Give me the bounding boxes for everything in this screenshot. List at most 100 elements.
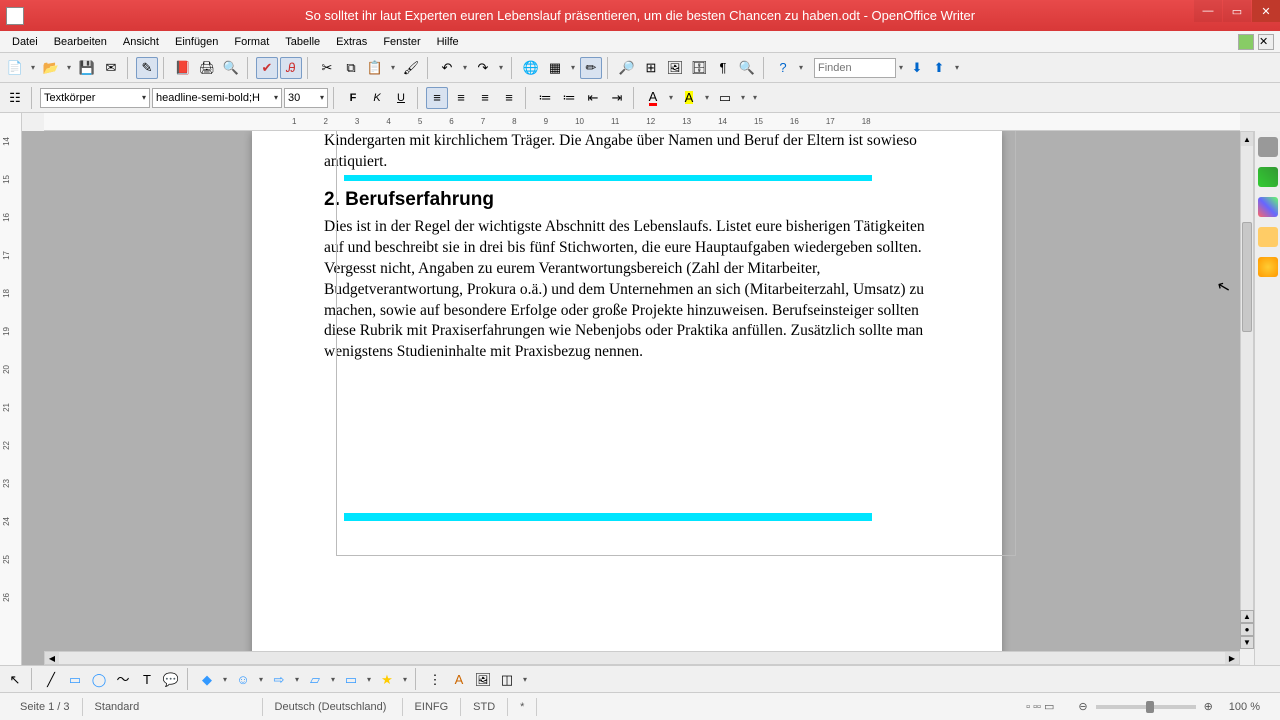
sidebar-styles-icon[interactable] (1258, 197, 1278, 217)
paste-button[interactable]: 📋 (364, 57, 386, 79)
undo-button[interactable]: ↶ (436, 57, 458, 79)
basic-shapes-tool[interactable]: ◆ (196, 668, 218, 690)
edit-mode-button[interactable]: ✎ (136, 57, 158, 79)
find-input[interactable] (814, 58, 896, 78)
align-justify-button[interactable]: ≡ (498, 87, 520, 109)
font-size-combo[interactable]: 30▾ (284, 88, 328, 108)
highlight-button[interactable]: A (678, 87, 700, 109)
format-overflow[interactable]: ▾ (750, 87, 760, 109)
find-next-button[interactable]: ⬇ (906, 57, 928, 79)
view-layout-icons[interactable]: ▫ ▫▫ ▭ (1014, 698, 1066, 716)
copy-button[interactable]: ⧉ (340, 57, 362, 79)
sidebar-gallery-icon[interactable] (1258, 167, 1278, 187)
menu-extras[interactable]: Extras (328, 34, 375, 50)
font-name-combo[interactable]: headline-semi-bold;H▾ (152, 88, 282, 108)
open-dropdown[interactable]: ▾ (64, 57, 74, 79)
menu-einfuegen[interactable]: Einfügen (167, 34, 226, 50)
close-button[interactable]: ✕ (1252, 0, 1280, 22)
find-overflow[interactable]: ▾ (952, 57, 962, 79)
line-tool[interactable]: ╱ (40, 668, 62, 690)
zoom-slider[interactable]: ⊖⊕ (1066, 698, 1224, 716)
find-replace-button[interactable]: 🔎 (616, 57, 638, 79)
maximize-button[interactable]: ▭ (1223, 0, 1251, 22)
menu-tabelle[interactable]: Tabelle (277, 34, 328, 50)
page[interactable]: Kindergarten mit kirchlichem Träger. Die… (252, 131, 1002, 665)
increase-indent-button[interactable]: ⇥ (606, 87, 628, 109)
email-button[interactable]: ✉ (100, 57, 122, 79)
from-file-tool[interactable]: 🖼 (472, 668, 494, 690)
bg-color-button[interactable]: ▭ (714, 87, 736, 109)
font-color-button[interactable]: A (642, 87, 664, 109)
status-selection-mode[interactable]: STD (461, 698, 508, 716)
paragraph-text[interactable]: Dies ist in der Regel der wichtigste Abs… (324, 217, 930, 363)
nonprinting-button[interactable]: ¶ (712, 57, 734, 79)
prev-page-button[interactable]: ▲ (1240, 610, 1254, 623)
arrow-shapes-dropdown[interactable]: ▾ (292, 668, 302, 690)
scroll-left-button[interactable]: ◀ (45, 652, 59, 664)
new-button[interactable]: 📄 (4, 57, 26, 79)
sidebar-functions-icon[interactable] (1258, 257, 1278, 277)
table-dropdown[interactable]: ▾ (568, 57, 578, 79)
menu-hilfe[interactable]: Hilfe (429, 34, 467, 50)
gallery-button[interactable]: 🖼 (664, 57, 686, 79)
numbered-list-button[interactable]: ≔ (534, 87, 556, 109)
table-button[interactable]: ▦ (544, 57, 566, 79)
status-language[interactable]: Deutsch (Deutschland) (263, 698, 403, 716)
nav-target-button[interactable]: ● (1240, 623, 1254, 636)
document-canvas[interactable]: Kindergarten mit kirchlichem Träger. Die… (22, 131, 1240, 665)
arrow-shapes-tool[interactable]: ⇨ (268, 668, 290, 690)
show-draw-button[interactable]: ✏ (580, 57, 602, 79)
symbol-shapes-dropdown[interactable]: ▾ (256, 668, 266, 690)
align-center-button[interactable]: ≡ (450, 87, 472, 109)
vertical-scrollbar[interactable]: ▲ ▼ (1240, 131, 1254, 649)
redo-button[interactable]: ↷ (472, 57, 494, 79)
symbol-shapes-tool[interactable]: ☺ (232, 668, 254, 690)
status-page[interactable]: Seite 1 / 3 (8, 698, 83, 716)
print-preview-button[interactable]: 🔍 (220, 57, 242, 79)
callout-tool[interactable]: 💬 (160, 668, 182, 690)
menu-bearbeiten[interactable]: Bearbeiten (46, 34, 115, 50)
zoom-percent[interactable]: 100 % (1225, 698, 1272, 716)
paragraph-text[interactable]: Kindergarten mit kirchlichem Träger. Die… (324, 131, 930, 173)
drawing-overflow[interactable]: ▾ (520, 668, 530, 690)
ellipse-tool[interactable]: ◯ (88, 668, 110, 690)
sidebar-navigator-icon[interactable] (1258, 227, 1278, 247)
heading-2[interactable]: 2. Berufserfahrung (324, 189, 930, 211)
navigator-button[interactable]: ⊞ (640, 57, 662, 79)
menu-fenster[interactable]: Fenster (375, 34, 428, 50)
points-tool[interactable]: ⋮ (424, 668, 446, 690)
highlight-dropdown[interactable]: ▾ (702, 87, 712, 109)
callout-shapes-dropdown[interactable]: ▾ (364, 668, 374, 690)
find-prev-button[interactable]: ⬆ (928, 57, 950, 79)
format-paintbrush-button[interactable]: 🖌 (400, 57, 422, 79)
menu-ansicht[interactable]: Ansicht (115, 34, 167, 50)
extrusion-tool[interactable]: ◫ (496, 668, 518, 690)
help-button[interactable]: ? (772, 57, 794, 79)
minimize-button[interactable]: — (1194, 0, 1222, 22)
horizontal-ruler[interactable]: 123456789101112131415161718 (44, 113, 1240, 131)
underline-button[interactable]: U (390, 87, 412, 109)
save-button[interactable]: 💾 (76, 57, 98, 79)
print-button[interactable]: 🖨 (196, 57, 218, 79)
autospell-button[interactable]: Ꭿ (280, 57, 302, 79)
rectangle-tool[interactable]: ▭ (64, 668, 86, 690)
scroll-right-button[interactable]: ▶ (1225, 652, 1239, 664)
vertical-ruler[interactable]: 14 15 16 17 18 19 20 21 22 23 24 25 26 (0, 113, 22, 665)
export-pdf-button[interactable]: 📕 (172, 57, 194, 79)
flowchart-tool[interactable]: ▱ (304, 668, 326, 690)
paragraph-style-combo[interactable]: Textkörper▾ (40, 88, 150, 108)
bg-color-dropdown[interactable]: ▾ (738, 87, 748, 109)
text-tool[interactable]: T (136, 668, 158, 690)
new-dropdown[interactable]: ▾ (28, 57, 38, 79)
callout-shapes-tool[interactable]: ▭ (340, 668, 362, 690)
decrease-indent-button[interactable]: ⇤ (582, 87, 604, 109)
scroll-thumb[interactable] (1242, 222, 1252, 332)
bold-button[interactable]: F (342, 87, 364, 109)
find-dropdown[interactable]: ▾ (896, 57, 906, 79)
menu-format[interactable]: Format (226, 34, 277, 50)
menu-datei[interactable]: Datei (4, 34, 46, 50)
toolbar-overflow[interactable]: ▾ (796, 57, 806, 79)
zoom-button[interactable]: 🔍 (736, 57, 758, 79)
italic-button[interactable]: K (366, 87, 388, 109)
sidebar-properties-icon[interactable] (1258, 137, 1278, 157)
